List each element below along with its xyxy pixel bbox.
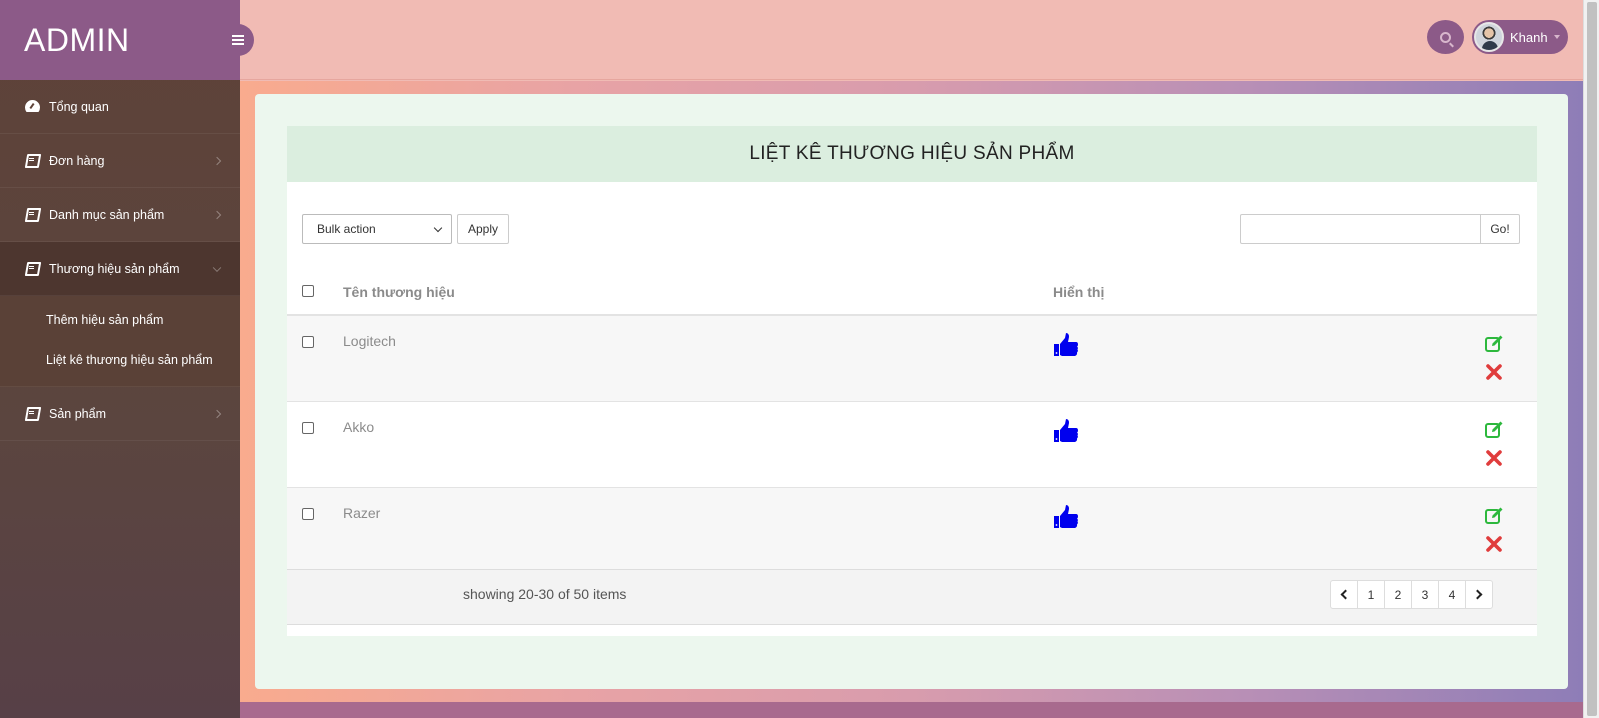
brand-list-panel: LIỆT KÊ THƯƠNG HIỆU SẢN PHẨM Bulk action… [287,126,1537,636]
chevron-right-icon [212,409,222,418]
brand-title: ADMIN [24,21,130,58]
sidebar-item-brands[interactable]: Thương hiệu sản phẩm [0,242,240,296]
table-toolbar: Bulk action Apply Go! [287,182,1537,270]
sidebar-item-label: Thương hiệu sản phẩm [49,261,180,276]
pagination-prev-button[interactable] [1330,580,1358,609]
sidebar-item-orders[interactable]: Đơn hàng [0,134,240,188]
pagination-next-button[interactable] [1465,580,1493,609]
bulk-action-select[interactable]: Bulk action [302,214,452,244]
pagination-summary: showing 20-30 of 50 items [463,586,627,602]
pagination-page-4[interactable]: 4 [1438,580,1466,609]
brand-name-cell: Razer [343,487,1053,574]
row-checkbox[interactable] [302,421,314,434]
book-icon [25,208,39,221]
edit-icon[interactable] [1484,334,1504,354]
top-header: Khanh [240,0,1599,80]
pagination: 1 2 3 4 [1330,580,1493,609]
brand[interactable]: ADMIN [0,0,240,80]
chevron-down-icon [433,223,443,233]
submenu-item-list-brands[interactable]: Liệt kê thương hiệu sản phẩm [0,340,240,380]
chevron-right-icon [212,210,222,219]
edit-icon[interactable] [1484,506,1504,526]
scrollbar-thumb[interactable] [1587,2,1597,716]
chevron-left-icon [1340,589,1351,600]
brand-name-cell: Akko [343,401,1053,488]
table-footer: showing 20-30 of 50 items 1 2 3 4 [287,569,1537,625]
chevron-right-icon [212,156,222,165]
row-checkbox[interactable] [302,507,314,520]
brands-submenu: Thêm hiệu sản phẩm Liệt kê thương hiệu s… [0,296,240,387]
submenu-item-add-brand[interactable]: Thêm hiệu sản phẩm [0,300,240,340]
chevron-right-icon [1472,589,1483,600]
thumbs-up-icon[interactable] [1053,504,1079,530]
avatar [1474,22,1504,52]
menu-icon [232,35,244,45]
thumbs-up-icon[interactable] [1053,332,1079,358]
go-button[interactable]: Go! [1480,214,1520,244]
search-input[interactable] [1240,214,1481,244]
sidebar: ADMIN Tổng quan Đơn hàng Danh mục sản ph… [0,0,240,718]
page-title: LIỆT KÊ THƯƠNG HIỆU SẢN PHẨM [287,126,1537,182]
sidebar-toggle-button[interactable] [222,24,254,56]
edit-icon[interactable] [1484,420,1504,440]
sidebar-item-label: Đơn hàng [49,153,105,168]
search-button[interactable] [1427,20,1464,54]
thumbs-up-icon[interactable] [1053,418,1079,444]
sidebar-item-products[interactable]: Sản phẩm [0,387,240,441]
sidebar-item-overview[interactable]: Tổng quan [0,80,240,134]
column-header-brand-name: Tên thương hiệu [343,270,1053,316]
delete-icon[interactable] [1484,362,1504,382]
user-name: Khanh [1510,29,1548,45]
select-all-checkbox[interactable] [302,285,314,297]
book-icon [25,154,39,167]
table-row: Razer [287,487,1537,574]
pagination-page-1[interactable]: 1 [1357,580,1385,609]
user-menu-button[interactable]: Khanh [1472,20,1568,54]
caret-down-icon [1553,35,1560,39]
brand-table: Tên thương hiệu Hiển thị Logitech Akko R… [287,270,1537,574]
table-row: Logitech [287,315,1537,402]
book-icon [25,407,39,420]
dashboard-icon [25,100,39,113]
book-icon [25,262,39,275]
sidebar-item-label: Danh mục sản phẩm [49,207,165,222]
bulk-action-value: Bulk action [317,222,376,236]
page-scrollbar[interactable] [1583,0,1599,718]
sidebar-item-label: Tổng quan [49,99,109,114]
content-card: LIỆT KÊ THƯƠNG HIỆU SẢN PHẨM Bulk action… [255,94,1568,689]
table-header-row: Tên thương hiệu Hiển thị [287,270,1537,316]
pagination-page-2[interactable]: 2 [1384,580,1412,609]
pagination-page-3[interactable]: 3 [1411,580,1439,609]
sidebar-item-categories[interactable]: Danh mục sản phẩm [0,188,240,242]
delete-icon[interactable] [1484,534,1504,554]
sidebar-item-label: Sản phẩm [49,406,106,421]
brand-name-cell: Logitech [343,315,1053,402]
search-icon [1440,31,1451,43]
table-row: Akko [287,401,1537,488]
column-header-display: Hiển thị [1053,270,1477,316]
row-checkbox[interactable] [302,336,314,348]
delete-icon[interactable] [1484,448,1504,468]
chevron-down-icon [212,263,222,272]
apply-button[interactable]: Apply [457,214,509,244]
